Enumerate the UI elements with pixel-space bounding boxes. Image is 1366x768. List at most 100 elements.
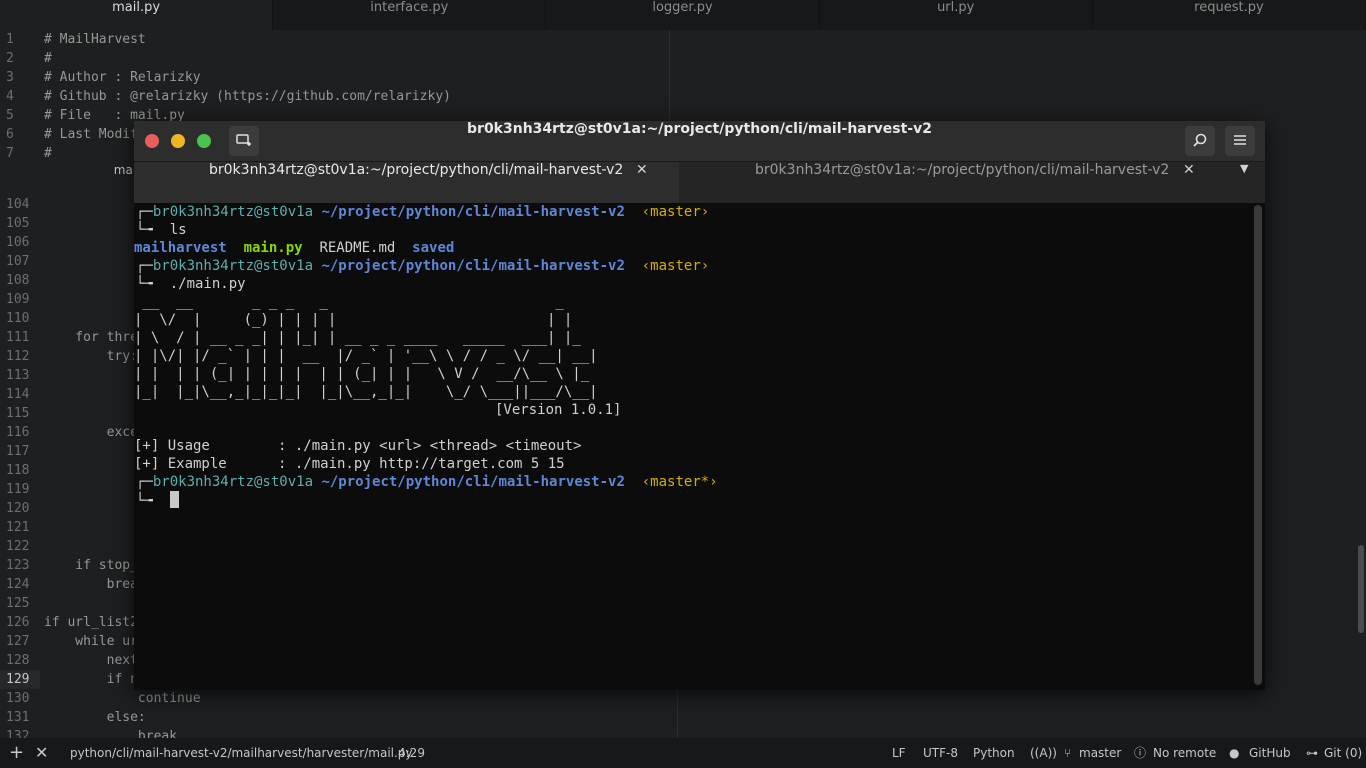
ls-item-file: README.md [319, 240, 396, 256]
file-encoding[interactable]: UTF-8 [923, 738, 958, 768]
line-number: 110 [6, 311, 30, 326]
remote-status[interactable]: No remote [1153, 738, 1216, 768]
git-button[interactable]: Git (0) [1324, 738, 1362, 768]
terminal-output[interactable]: ┌─br0k3nh34rtz@st0v1a ~/project/python/c… [134, 203, 1254, 690]
code-line[interactable]: # Github : @relarizky (https://github.co… [44, 87, 451, 106]
line-number-gutter: 1 2 3 4 5 6 7 [0, 30, 40, 163]
grammar-selector[interactable]: Python [973, 738, 1015, 768]
terminal-window[interactable]: br0k3nh34rtz@st0v1a:~/project/python/cli… [134, 121, 1265, 690]
terminal-titlebar[interactable]: br0k3nh34rtz@st0v1a:~/project/python/cli… [134, 121, 1265, 162]
editor-tab-bar: mail.py interface.py logger.py url.py re… [0, 0, 1366, 30]
tab-request-py[interactable]: request.py [1093, 0, 1366, 30]
tab-url-py[interactable]: url.py [820, 0, 1093, 30]
code-line[interactable]: # [44, 49, 451, 68]
ls-output: mailharvest main.py README.md saved [134, 239, 454, 257]
new-terminal-icon[interactable] [229, 126, 259, 156]
close-icon[interactable]: ✕ [35, 738, 48, 768]
example-label: [+] Example [134, 456, 227, 472]
prompt-branch: ‹master› [641, 258, 710, 274]
code-line[interactable]: break [44, 727, 584, 738]
banner-line: | \ / | __ _ _| | |_| | __ _ _ ____ ____… [134, 330, 590, 346]
line-number: 5 [6, 108, 14, 123]
tab-logger-py[interactable]: logger.py [546, 0, 820, 30]
banner-line: |_| |_|\__,_|_|_|_| |_|\__,_|_| \_/ \___… [134, 384, 598, 400]
line-ending[interactable]: LF [892, 738, 906, 768]
code-line[interactable]: # MailHarvest [44, 30, 451, 49]
info-icon: ⓘ [1134, 746, 1147, 760]
line-number: 129 [0, 670, 40, 689]
line-number: 109 [6, 292, 30, 307]
maximize-window-button[interactable] [197, 134, 211, 148]
prompt-user: br0k3nh34rtz@st0v1a [152, 258, 314, 274]
line-number: 125 [6, 596, 30, 611]
line-number: 121 [6, 520, 30, 535]
line-number: 123 [6, 558, 30, 573]
search-icon[interactable] [1185, 126, 1215, 156]
usage-text: : ./main.py <url> <thread> <timeout> [278, 438, 582, 454]
line-number: 132 [6, 729, 30, 738]
line-number: 105 [6, 216, 30, 231]
line-number: 116 [6, 425, 30, 440]
line-number: 128 [6, 653, 30, 668]
cursor-position[interactable]: 4:29 [398, 738, 425, 768]
code-line[interactable]: continue [44, 689, 584, 708]
line-number: 111 [6, 330, 30, 345]
line-number: 126 [6, 615, 30, 630]
prompt-line: ┌─br0k3nh34rtz@st0v1a ~/project/python/c… [136, 204, 710, 220]
line-number: 131 [6, 710, 30, 725]
plus-icon[interactable]: + [9, 738, 24, 768]
close-tab-icon[interactable]: ✕ [1183, 162, 1195, 203]
git-icon: ⊶ [1306, 746, 1318, 760]
prompt-branch: ‹master› [641, 204, 710, 220]
line-number: 112 [6, 349, 30, 364]
status-bar: + ✕ python/cli/mail-harvest-v2/mailharve… [0, 738, 1366, 768]
code-line[interactable]: else: [44, 708, 584, 727]
terminal-tab-2[interactable]: br0k3nh34rtz@st0v1a:~/project/python/cli… [680, 162, 1220, 203]
line-number: 118 [6, 463, 30, 478]
line-number: 107 [6, 254, 30, 269]
terminal-tab-1[interactable]: br0k3nh34rtz@st0v1a:~/project/python/cli… [134, 162, 679, 203]
code-line[interactable]: # Author : Relarizky [44, 68, 451, 87]
line-number: 114 [6, 387, 30, 402]
example-text: : ./main.py http://target.com 5 15 [278, 456, 565, 472]
command-text: ls [169, 222, 187, 238]
command-line: └╼ ./main.py [136, 276, 246, 292]
banner-line: __ __ _ _ _ _ _ [134, 294, 590, 310]
version-label: [Version 1.0.1] [495, 402, 622, 418]
terminal-scrollbar[interactable] [1254, 205, 1262, 685]
editor-scrollbar[interactable] [1358, 545, 1364, 633]
file-path[interactable]: python/cli/mail-harvest-v2/mailharvest/h… [70, 738, 413, 768]
minimize-window-button[interactable] [171, 134, 185, 148]
line-number: 120 [6, 501, 30, 516]
prompt-path: ~/project/python/cli/mail-harvest-v2 [321, 204, 625, 220]
tab-interface-py[interactable]: interface.py [273, 0, 547, 30]
line-number: 1 [6, 32, 14, 47]
banner-line: | \/ | (_) | | | | | | [134, 312, 590, 328]
ls-item-dir: mailharvest [134, 240, 227, 256]
close-tab-icon[interactable]: ✕ [636, 162, 648, 203]
line-number: 113 [6, 368, 30, 383]
line-number: 115 [6, 406, 30, 421]
close-window-button[interactable] [145, 134, 159, 148]
line-number: 6 [6, 127, 14, 142]
prompt-user: br0k3nh34rtz@st0v1a [152, 474, 314, 490]
branch-icon: ⑂ [1064, 746, 1072, 760]
tab-mail-py[interactable]: mail.py [0, 0, 274, 30]
line-number: 124 [6, 577, 30, 592]
tab-list-dropdown-icon[interactable]: ▼ [1240, 162, 1248, 203]
git-branch[interactable]: master [1079, 738, 1121, 768]
line-number: 3 [6, 70, 14, 85]
prompt-line: ┌─br0k3nh34rtz@st0v1a ~/project/python/c… [136, 474, 718, 490]
github-button[interactable]: GitHub [1249, 738, 1291, 768]
prompt-user: br0k3nh34rtz@st0v1a [152, 204, 314, 220]
terminal-cursor [169, 491, 179, 508]
command-line: └╼ [136, 491, 179, 510]
broadcast-icon[interactable]: ((A)) [1030, 738, 1057, 768]
terminal-tab-bar: br0k3nh34rtz@st0v1a:~/project/python/cli… [134, 162, 1265, 203]
line-number: 108 [6, 273, 30, 288]
line-number: 117 [6, 444, 30, 459]
line-number: 4 [6, 89, 14, 104]
line-number: 122 [6, 539, 30, 554]
hamburger-menu-icon[interactable] [1225, 126, 1255, 156]
command-text: ./main.py [169, 276, 246, 292]
